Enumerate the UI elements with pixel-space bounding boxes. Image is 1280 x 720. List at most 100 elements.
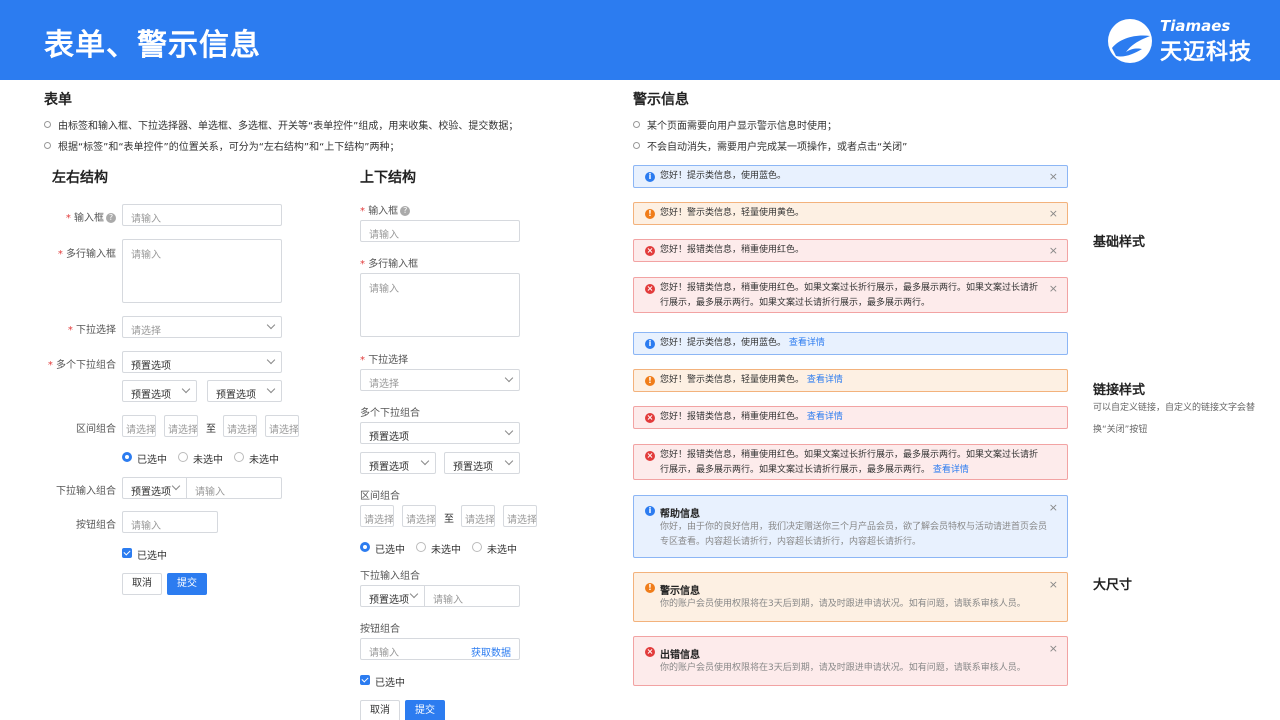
tb-submit-button[interactable]: 提交 xyxy=(405,700,445,720)
checkbox-icon xyxy=(122,548,132,558)
tb-dropin-label: 下拉输入组合 xyxy=(360,571,420,582)
close-icon[interactable]: × xyxy=(1049,244,1058,257)
close-icon[interactable]: × xyxy=(1049,501,1058,514)
lr-multi-select-3[interactable]: 预置选项 xyxy=(207,380,282,402)
tb-btngrp-input[interactable]: 请输入 获取数据 xyxy=(360,638,520,660)
side-label-big: 大尺寸 xyxy=(1093,578,1133,593)
radio-icon xyxy=(122,452,132,462)
logo-icon xyxy=(1108,19,1152,63)
alert-warning-link: ! 您好！警示类信息，轻量使用黄色。 查看详情 xyxy=(633,369,1068,392)
radio-icon xyxy=(472,542,482,552)
range-separator: 至 xyxy=(206,424,216,435)
tb-input-label: * 输入框? xyxy=(360,202,411,217)
radio-icon xyxy=(178,452,188,462)
side-label-basic: 基础样式 xyxy=(1093,235,1146,250)
chevron-down-icon xyxy=(504,426,514,436)
alert-error-long-link: × 您好！报错类信息，稍重使用红色。如果文案过长折行展示，最多展示两行。如果文案… xyxy=(633,444,1068,480)
lr-range-select-4[interactable]: 请选择 xyxy=(265,415,299,437)
close-icon[interactable]: × xyxy=(1049,578,1058,591)
detail-link[interactable]: 查看详情 xyxy=(807,375,843,385)
bullet-dot xyxy=(633,121,640,128)
detail-link[interactable]: 查看详情 xyxy=(807,412,843,422)
chevron-down-icon xyxy=(171,481,181,491)
tb-range-select-3[interactable]: 请选择 xyxy=(461,505,495,527)
chevron-down-icon xyxy=(181,384,191,394)
chevron-down-icon xyxy=(409,589,419,599)
detail-link[interactable]: 查看详情 xyxy=(933,465,969,475)
alert-error-long: × 您好！报错类信息，稍重使用红色。如果文案过长折行展示，最多展示两行。如果文案… xyxy=(633,277,1068,313)
alert-big-warning: ! 警示信息 你的账户会员使用权限将在3天后到期，请及时跟进申请状况。如有问题，… xyxy=(633,572,1068,622)
lr-cancel-button[interactable]: 取消 xyxy=(122,573,162,595)
lr-select-field[interactable]: 请选择 xyxy=(122,316,282,338)
help-icon[interactable]: ? xyxy=(106,213,116,223)
brand-logo: Tiamaes 天迈科技 xyxy=(1106,14,1266,68)
tb-textarea-field[interactable]: 请输入 xyxy=(360,273,520,337)
radio-icon xyxy=(416,542,426,552)
close-icon[interactable]: × xyxy=(1049,282,1058,295)
tb-dropin-input[interactable]: 请输入 xyxy=(424,585,520,607)
tb-multi-select-1[interactable]: 预置选项 xyxy=(360,422,520,444)
chevron-down-icon xyxy=(420,456,430,466)
fetch-data-link[interactable]: 获取数据 xyxy=(471,644,511,659)
lr-btngrp-label: 按钮组合 xyxy=(76,520,116,531)
detail-link[interactable]: 查看详情 xyxy=(789,338,825,348)
tb-select-field[interactable]: 请选择 xyxy=(360,369,520,391)
alert-big-help: i 帮助信息 你好，由于你的良好信用，我们决定赠送你三个月产品会员，欲了解会员特… xyxy=(633,495,1068,558)
chevron-down-icon xyxy=(504,373,514,383)
tb-multi-select-3[interactable]: 预置选项 xyxy=(444,452,520,474)
alert-error-link: × 您好！报错类信息，稍重使用红色。 查看详情 xyxy=(633,406,1068,429)
tb-range-select-2[interactable]: 请选择 xyxy=(402,505,436,527)
radio-icon xyxy=(360,542,370,552)
lr-select-label: * 下拉选择 xyxy=(67,325,116,336)
alert-section-title: 警示信息 xyxy=(633,92,689,108)
alert-info: i 您好！提示类信息，使用蓝色。 × xyxy=(633,165,1068,188)
lr-range-select-3[interactable]: 请选择 xyxy=(223,415,257,437)
tb-range-select-1[interactable]: 请选择 xyxy=(360,505,394,527)
tb-range-label: 区间组合 xyxy=(360,491,400,502)
radio-icon xyxy=(234,452,244,462)
lr-title: 左右结构 xyxy=(52,170,108,186)
close-icon[interactable]: × xyxy=(1049,207,1058,220)
lr-textarea-label: * 多行输入框 xyxy=(57,249,116,260)
lr-btngrp-input[interactable]: 请输入 xyxy=(122,511,218,533)
lr-submit-button[interactable]: 提交 xyxy=(167,573,207,595)
lr-range-select-1[interactable]: 请选择 xyxy=(122,415,156,437)
close-icon[interactable]: × xyxy=(1049,170,1058,183)
logo-cn-text: 天迈科技 xyxy=(1160,40,1253,65)
bullet-dot xyxy=(44,142,51,149)
lr-dropin-input[interactable]: 请输入 xyxy=(186,477,282,499)
tb-range-select-4[interactable]: 请选择 xyxy=(503,505,537,527)
error-icon: × xyxy=(645,284,655,294)
lr-input-field[interactable]: 请输入 xyxy=(122,204,282,226)
tb-textarea-label: * 多行输入框 xyxy=(360,259,419,270)
form-section-title: 表单 xyxy=(44,92,72,108)
help-icon[interactable]: ? xyxy=(400,206,411,216)
close-icon[interactable]: × xyxy=(1049,642,1058,655)
lr-range-select-2[interactable]: 请选择 xyxy=(164,415,198,437)
bullet-dot xyxy=(633,142,640,149)
lr-range-label: 区间组合 xyxy=(76,424,116,435)
tb-multi-select-2[interactable]: 预置选项 xyxy=(360,452,436,474)
side-label-link: 链接样式 xyxy=(1093,383,1146,398)
lr-textarea-field[interactable]: 请输入 xyxy=(122,239,282,303)
side-desc-link: 可以自定义链接，自定义的链接文字会替换“关闭”按钮 xyxy=(1093,403,1256,435)
tb-dropin-select[interactable]: 预置选项 xyxy=(360,585,425,607)
warning-icon: ! xyxy=(645,583,655,593)
chevron-down-icon xyxy=(504,456,514,466)
tb-input-field[interactable]: 请输入 xyxy=(360,220,520,242)
error-icon: × xyxy=(645,451,655,461)
lr-multi-label: * 多个下拉组合 xyxy=(47,360,116,371)
tb-select-label: * 下拉选择 xyxy=(360,355,409,366)
error-icon: × xyxy=(645,647,655,657)
chevron-down-icon xyxy=(266,384,276,394)
lr-multi-select-1[interactable]: 预置选项 xyxy=(122,351,282,373)
info-icon: i xyxy=(645,172,655,182)
lr-multi-select-2[interactable]: 预置选项 xyxy=(122,380,197,402)
info-icon: i xyxy=(645,339,655,349)
alert-info-link: i 您好！提示类信息，使用蓝色。 查看详情 xyxy=(633,332,1068,355)
page-header: 表单、警示信息 Tiamaes 天迈科技 xyxy=(0,0,1280,80)
lr-dropin-select[interactable]: 预置选项 xyxy=(122,477,187,499)
checkbox-icon xyxy=(360,675,370,685)
tb-cancel-button[interactable]: 取消 xyxy=(360,700,400,720)
alert-big-error: × 出错信息 你的账户会员使用权限将在3天后到期，请及时跟进申请状况。如有问题，… xyxy=(633,636,1068,686)
